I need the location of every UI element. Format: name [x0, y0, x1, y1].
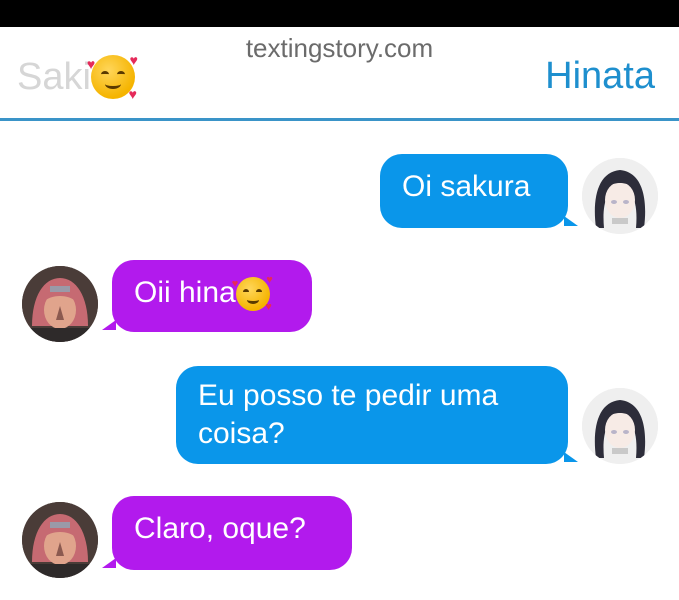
- hinata-avatar-image: [582, 388, 658, 464]
- message-text: Oii hina: [134, 276, 236, 309]
- left-contact-name[interactable]: Saki ♥ ♥ ♥: [17, 52, 138, 102]
- message-bubble-outgoing[interactable]: Eu posso te pedir uma coisa?: [176, 366, 578, 464]
- saki-avatar[interactable]: [22, 502, 98, 578]
- hinata-avatar[interactable]: [582, 388, 658, 464]
- message-bubble-outgoing[interactable]: Oi sakura: [380, 154, 578, 228]
- status-bar: [0, 0, 679, 27]
- message-bubble-incoming[interactable]: Claro, oque?: [102, 496, 352, 570]
- message-text: Oi sakura: [402, 170, 531, 203]
- smiling-face-with-hearts-icon: ♥ ♥ ♥: [86, 52, 138, 102]
- header-divider: [0, 118, 679, 121]
- hinata-avatar[interactable]: [582, 158, 658, 234]
- chat-header: textingstory.com Saki ♥ ♥ ♥ Hinata: [0, 27, 679, 119]
- smiling-face-with-hearts-icon: ♥ ♥ ♥: [231, 274, 273, 314]
- right-contact-name[interactable]: Hinata: [545, 55, 655, 98]
- saki-avatar[interactable]: [22, 266, 98, 342]
- message-bubble-incoming[interactable]: Oii hina ♥ ♥ ♥: [102, 260, 312, 332]
- saki-avatar-image: [22, 266, 98, 342]
- message-text: Eu posso te pedir uma coisa?: [198, 379, 499, 450]
- saki-avatar-image: [22, 502, 98, 578]
- message-text: Claro, oque?: [134, 512, 306, 545]
- hinata-avatar-image: [582, 158, 658, 234]
- left-contact-label: Saki: [17, 55, 91, 98]
